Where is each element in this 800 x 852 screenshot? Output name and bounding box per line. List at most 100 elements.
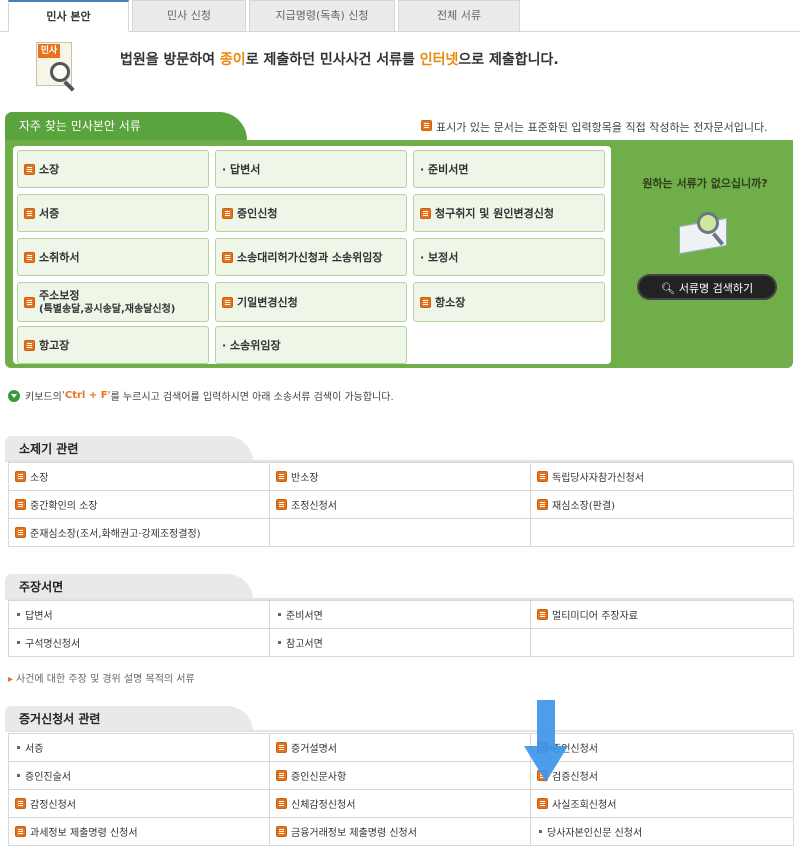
document-link[interactable]: 멀티미디어 주장자료 <box>537 607 787 622</box>
frequent-doc-item[interactable]: 서증 <box>17 194 209 232</box>
frequent-doc-item[interactable]: 청구취지 및 원인변경신청 <box>413 194 605 232</box>
document-link[interactable]: 금융거래정보 제출명령 신청서 <box>276 824 524 839</box>
document-link-label: 멀티미디어 주장자료 <box>552 611 638 622</box>
frequent-doc-item[interactable]: · 보정서 <box>413 238 605 276</box>
document-link[interactable]: 신체감정신청서 <box>276 796 524 811</box>
missing-document-question: 원하는 서류가 없으십니까? <box>642 177 768 190</box>
frequent-doc-item[interactable]: 소취하서 <box>17 238 209 276</box>
frequent-doc-item[interactable]: 증인신청 <box>215 194 407 232</box>
tab-civil-main[interactable]: 민사 본안 <box>8 0 129 32</box>
search-icon: 🔍︎ <box>660 282 675 295</box>
frequent-doc-item[interactable]: · 준비서면 <box>413 150 605 188</box>
frequent-doc-label: 주소보정 (특별송달,공시송달,재송달신청) <box>39 289 175 316</box>
table-cell: 당사자본인신문 신청서 <box>530 817 794 846</box>
document-link[interactable]: 준비서면 <box>276 607 524 622</box>
document-link[interactable]: 증거설명서 <box>276 740 524 755</box>
frequent-doc-label-text: 소송대리허가신청과 소송위임장 <box>237 251 383 264</box>
frequent-doc-item[interactable]: 주소보정 (특별송달,공시송달,재송달신청) <box>17 282 209 322</box>
table-cell: 구석명신청서 <box>8 628 270 657</box>
frequent-doc-item[interactable]: 항소장 <box>413 282 605 322</box>
frequent-doc-label-text: 소장 <box>39 163 60 176</box>
headline-highlight-paper: 종이 <box>219 52 246 68</box>
document-link[interactable]: 서증 <box>15 740 263 755</box>
electronic-doc-note-text: 표시가 있는 문서는 표준화된 입력항목을 직접 작성하는 전자문서입니다. <box>436 121 768 134</box>
document-link-label: 신체감정신청서 <box>291 800 356 811</box>
document-icon <box>276 471 287 482</box>
frequent-documents-grid-bg: 소장 · 답변서 · 준비서면서증 증인신청 청구취지 및 원인변경신청소취하서 소송대리… <box>13 146 611 364</box>
table-row: 서증 증거설명서 증인신청서 <box>8 733 794 762</box>
document-link[interactable]: 답변서 <box>15 607 263 622</box>
frequent-doc-label: 서증 <box>39 205 59 221</box>
document-link[interactable]: 독립당사자참가신청서 <box>537 469 787 484</box>
tab-all-documents[interactable]: 전체 서류 <box>398 0 520 32</box>
frequent-doc-item[interactable]: 소장 <box>17 150 209 188</box>
complaint-documents-table: 소장 반소장 독립당사자참가신청서중간확인의 소장 조정신청서 재심소장(판결) 준재심소… <box>8 462 794 547</box>
frequent-doc-item[interactable]: 항고장 <box>17 326 209 364</box>
table-row: 소장 반소장 독립당사자참가신청서 <box>8 462 794 491</box>
frequent-doc-sublabel: (특별송달,공시송달,재송달신청) <box>39 303 176 315</box>
document-link[interactable]: 재심소장(판결) <box>537 497 787 512</box>
table-cell: 증거설명서 <box>269 733 531 762</box>
document-link[interactable]: 구석명신청서 <box>15 635 263 650</box>
table-cell: 답변서 <box>8 600 270 629</box>
table-cell: 소장 <box>8 462 270 491</box>
table-cell: 사실조회신청서 <box>530 789 794 818</box>
frequent-doc-item[interactable]: 소송대리허가신청과 소송위임장 <box>215 238 407 276</box>
document-icon <box>15 826 26 837</box>
document-link-label: 증인신문사항 <box>291 772 347 783</box>
document-link[interactable]: 감정신청서 <box>15 796 263 811</box>
document-link[interactable]: 반소장 <box>276 469 524 484</box>
frequent-doc-item[interactable]: · 소송위임장 <box>215 326 407 364</box>
blue-down-arrow-overlay <box>524 700 568 782</box>
document-link[interactable]: 과세정보 제출명령 신청서 <box>15 824 263 839</box>
document-link[interactable]: 준재심소장(조서,화해권고·강제조정결정) <box>15 525 263 540</box>
frequent-doc-label: · 답변서 <box>222 161 260 177</box>
document-link[interactable]: 당사자본인신문 신청서 <box>537 824 787 839</box>
document-link[interactable]: 소장 <box>15 469 263 484</box>
document-link[interactable]: 증인신청서 <box>537 740 787 755</box>
section-title-pleadings: 주장서면 <box>5 574 253 600</box>
document-link[interactable]: 중간확인의 소장 <box>15 497 263 512</box>
frequent-doc-label-text: 기일변경신청 <box>237 296 298 309</box>
document-link[interactable]: 참고서면 <box>276 635 524 650</box>
document-search-button[interactable]: 🔍︎ 서류명 검색하기 <box>637 274 777 300</box>
frequent-doc-item[interactable]: · 답변서 <box>215 150 407 188</box>
document-icon <box>537 609 548 620</box>
document-link-label: 소장 <box>30 473 49 484</box>
bullet-icon <box>17 746 20 749</box>
bullet-icon <box>17 641 20 644</box>
tab-civil-application[interactable]: 민사 신청 <box>132 0 246 32</box>
frequent-doc-label: 소취하서 <box>39 249 79 265</box>
table-cell: 증인신문사항 <box>269 761 531 790</box>
document-link-label: 과세정보 제출명령 신청서 <box>30 828 138 839</box>
document-icon <box>421 120 432 131</box>
document-icon <box>222 207 233 219</box>
document-link[interactable]: 증인진술서 <box>15 768 263 783</box>
bullet-icon <box>17 613 20 616</box>
table-cell: 중간확인의 소장 <box>8 490 270 519</box>
document-link-label: 서증 <box>25 744 44 755</box>
document-icon <box>15 798 26 809</box>
headline-part: 으로 제출합니다. <box>458 52 559 68</box>
frequent-doc-label-text: · 소송위임장 <box>222 339 281 352</box>
search-button-label: 서류명 검색하기 <box>678 282 754 295</box>
tab-payment-order[interactable]: 지급명령(독촉) 신청 <box>249 0 395 32</box>
pleadings-note-text: 사건에 대한 주장 및 경위 설명 목적의 서류 <box>16 674 195 685</box>
headline-part: 법원을 방문하여 <box>120 52 220 68</box>
ctrl-f-hint: 키보드의 'Ctrl + F' 를 누르시고 검색어를 입력하시면 아래 소송서류… <box>8 388 394 403</box>
pleadings-documents-table: 답변서 준비서면 멀티미디어 주장자료구석명신청서 참고서면 <box>8 600 794 657</box>
document-icon <box>222 251 233 263</box>
tab-bar: 민사 본안 민사 신청 지급명령(독촉) 신청 전체 서류 <box>8 0 523 32</box>
document-link[interactable]: 증인신문사항 <box>276 768 524 783</box>
document-link[interactable]: 검증신청서 <box>537 768 787 783</box>
table-row: 구석명신청서 참고서면 <box>8 628 794 657</box>
frequent-doc-label-text: 소취하서 <box>39 251 80 264</box>
document-icon <box>15 527 26 538</box>
frequent-doc-item[interactable]: 기일변경신청 <box>215 282 407 322</box>
table-cell <box>269 518 531 547</box>
document-link[interactable]: 조정신청서 <box>276 497 524 512</box>
document-icon <box>276 499 287 510</box>
document-link-label: 독립당사자참가신청서 <box>552 473 644 484</box>
document-link[interactable]: 사실조회신청서 <box>537 796 787 811</box>
table-cell: 독립당사자참가신청서 <box>530 462 794 491</box>
